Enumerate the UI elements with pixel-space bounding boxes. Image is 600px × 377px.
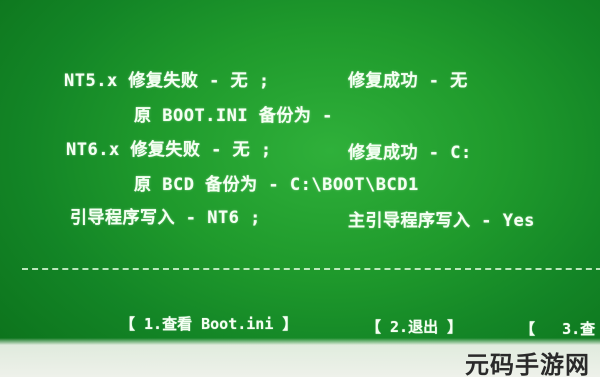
boot-write-line: 引导程序写入 - NT6 ; — [70, 208, 261, 228]
nt5-success-line: 修复成功 - 无 — [348, 71, 468, 91]
watermark-logo: 元码手游网 — [465, 351, 590, 377]
exit-button[interactable]: 【 2.退出 】 — [366, 316, 462, 337]
view-boot-ini-button[interactable]: 【 1.查看 Boot.ini 】 — [120, 313, 297, 334]
option-3-button[interactable]: 【 3.查 — [520, 318, 595, 339]
boot-repair-screen: NT5.x 修复失败 - 无 ; 修复成功 - 无 原 BOOT.INI 备份为… — [0, 0, 600, 377]
nt6-success-line: 修复成功 - C: — [348, 143, 472, 163]
main-boot-write-line: 主引导程序写入 - Yes — [348, 211, 535, 231]
nt6-fail-line: NT6.x 修复失败 - 无 ; — [66, 140, 272, 160]
bcd-backup-line: 原 BCD 备份为 - C:\BOOT\BCD1 — [134, 175, 419, 195]
dashed-divider — [22, 268, 600, 270]
boot-ini-backup-line: 原 BOOT.INI 备份为 - — [134, 106, 333, 126]
nt5-fail-line: NT5.x 修复失败 - 无 ; — [64, 71, 270, 91]
